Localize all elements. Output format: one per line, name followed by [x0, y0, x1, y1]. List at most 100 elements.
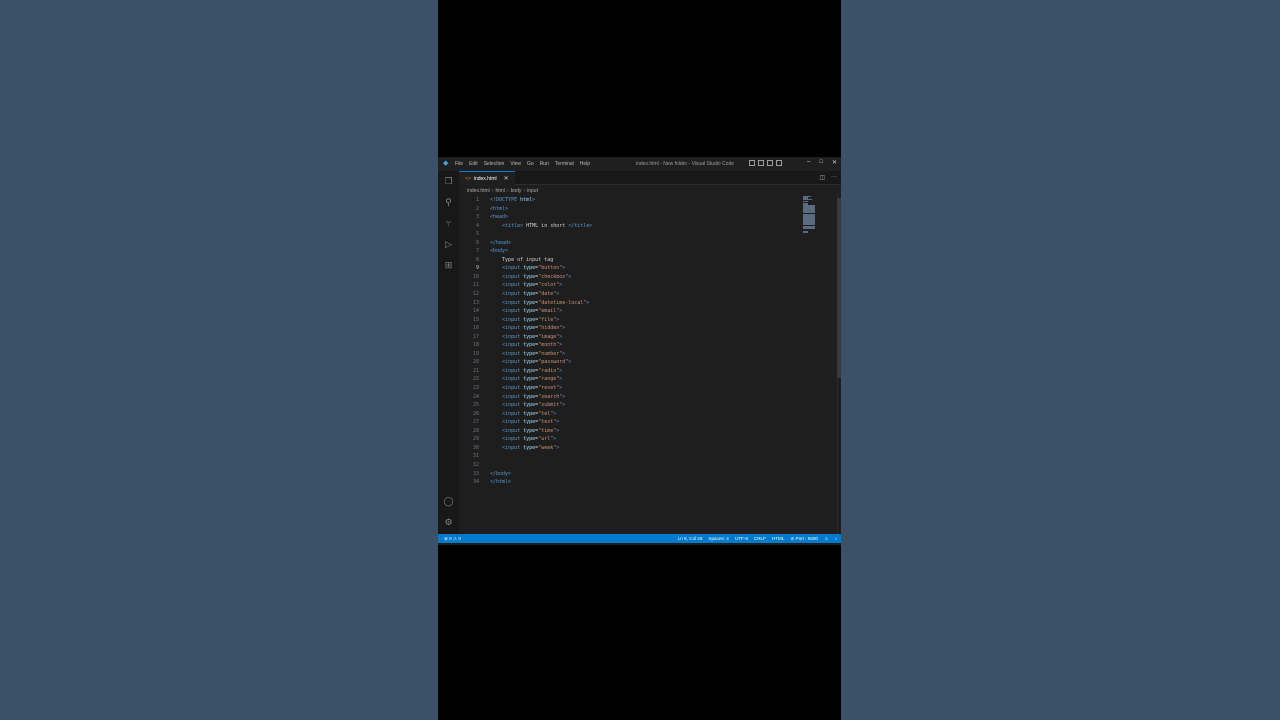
code-token: "search" [538, 393, 563, 400]
line-number: 8 [475, 256, 479, 263]
customize-layout-icon[interactable] [776, 160, 782, 166]
breadcrumb: index.html › html › body › input [467, 187, 538, 195]
code-token: "tel" [538, 410, 554, 417]
code-token: <body> [490, 248, 509, 255]
code-token: "image" [538, 333, 560, 340]
minimap-line [803, 227, 815, 229]
code-token: type [523, 427, 536, 434]
code-token: "range" [538, 376, 560, 383]
settings-gear-icon[interactable]: ⚙ [443, 517, 454, 528]
maximize-icon[interactable]: □ [819, 159, 823, 166]
tab-index-html[interactable]: <> index.html ✕ [459, 171, 515, 185]
scrollbar-thumb[interactable] [837, 198, 841, 378]
code-token: type [523, 282, 536, 289]
close-icon[interactable]: ✕ [832, 159, 837, 166]
menu-help[interactable]: Help [580, 161, 590, 167]
line-text: <body> [490, 247, 508, 256]
line-number: 16 [472, 325, 479, 332]
code-token: > [568, 273, 572, 280]
notifications-bell-icon[interactable]: ♪ [835, 536, 837, 542]
extensions-icon[interactable]: ⊞ [443, 260, 454, 271]
code-token: "submit" [538, 402, 563, 409]
toggle-panel-icon[interactable] [758, 160, 764, 166]
code-token: type [523, 350, 536, 357]
editor-actions: ◫ ··· [819, 174, 837, 181]
code-token: html [520, 197, 533, 203]
code-token: <input [502, 291, 524, 298]
live-server-port[interactable]: ⊘ Port : 5500 [790, 536, 818, 542]
problems-indicator[interactable]: ⊗ 0 ⚠ 0 [444, 536, 461, 542]
code-token: type [523, 273, 536, 280]
menu-file[interactable]: File [455, 161, 463, 167]
toggle-secondary-sidebar-icon[interactable] [767, 160, 773, 166]
code-token: <input [502, 299, 524, 306]
code-token: Type of input tag [490, 256, 554, 263]
close-tab-icon[interactable]: ✕ [504, 175, 509, 182]
line-text: <input type="button"> [490, 264, 565, 273]
line-text: <input type="url"> [490, 435, 556, 444]
code-token: "text" [538, 419, 557, 426]
code-token: "checkbox" [538, 273, 569, 280]
menu-selection[interactable]: Selection [484, 161, 505, 167]
line-text: </head> [490, 239, 511, 248]
cursor-position[interactable]: Ln 9, Col 26 [678, 536, 703, 542]
activity-bar: ❐ ⚲ ⑂ ▷ ⊞ ◯ ⚙ [438, 171, 459, 534]
code-editor[interactable]: 1 <!DOCTYPE html> 2 <html> 3 <head> 4 <title> … [459, 196, 841, 534]
feedback-icon[interactable]: ☺ [824, 536, 829, 542]
line-number: 30 [472, 444, 479, 451]
split-editor-icon[interactable]: ◫ [819, 174, 825, 181]
search-icon[interactable]: ⚲ [443, 197, 454, 208]
run-debug-icon[interactable]: ▷ [443, 239, 454, 250]
minimize-icon[interactable]: – [807, 159, 810, 166]
language-mode[interactable]: HTML [772, 536, 785, 542]
code-token: "datetime-local" [538, 299, 587, 306]
code-token: > [559, 385, 563, 392]
code-token: > [556, 316, 560, 323]
code-token: <input [502, 350, 524, 357]
indentation[interactable]: Spaces: 4 [708, 536, 728, 542]
more-actions-icon[interactable]: ··· [831, 174, 837, 181]
line-ending[interactable]: CRLF [754, 536, 766, 542]
breadcrumb-item[interactable]: input [527, 188, 538, 194]
line-number: 18 [472, 342, 479, 349]
code-token: > [559, 367, 563, 374]
code-token: type [523, 316, 536, 323]
explorer-icon[interactable]: ❐ [443, 176, 454, 187]
code-token: > [562, 325, 566, 332]
vertical-scrollbar[interactable] [837, 196, 841, 534]
toggle-sidebar-icon[interactable] [749, 160, 755, 166]
code-token: type [523, 436, 536, 443]
html-file-icon: <> [465, 175, 471, 182]
menu-terminal[interactable]: Terminal [555, 161, 574, 167]
code-token: "month" [538, 342, 560, 349]
line-number: 34 [472, 479, 479, 486]
code-token: type [523, 385, 536, 392]
minimap[interactable] [803, 196, 815, 233]
source-control-icon[interactable]: ⑂ [443, 218, 454, 229]
encoding[interactable]: UTF-8 [735, 536, 748, 542]
menu-edit[interactable]: Edit [469, 161, 478, 167]
breadcrumb-item[interactable]: body [511, 188, 522, 194]
code-token: > [562, 402, 566, 409]
code-token: "week" [538, 444, 557, 451]
line-number: 32 [472, 461, 479, 468]
code-token: > [559, 376, 563, 383]
status-bar: ⊗ 0 ⚠ 0 Ln 9, Col 26 Spaces: 4 UTF-8 CRL… [438, 534, 841, 543]
code-token: <input [502, 367, 524, 374]
menu-run[interactable]: Run [540, 161, 549, 167]
chevron-right-icon: › [491, 188, 494, 194]
line-number: 24 [472, 393, 479, 400]
menu-go[interactable]: Go [527, 161, 534, 167]
breadcrumb-item[interactable]: index.html [467, 188, 490, 194]
account-icon[interactable]: ◯ [443, 496, 454, 507]
breadcrumb-item[interactable]: html [495, 188, 504, 194]
code-token: <title> [502, 222, 524, 229]
menu-view[interactable]: View [510, 161, 521, 167]
code-token: > [562, 265, 566, 272]
